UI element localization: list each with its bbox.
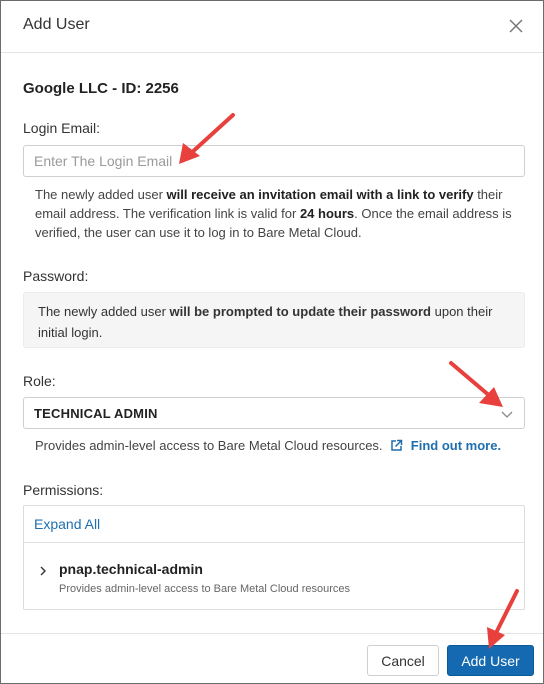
permission-name: pnap.technical-admin bbox=[59, 561, 203, 577]
cancel-button[interactable]: Cancel bbox=[367, 645, 439, 676]
role-help-text: Provides admin-level access to Bare Meta… bbox=[35, 438, 383, 453]
login-email-label: Login Email: bbox=[23, 120, 101, 136]
password-label: Password: bbox=[23, 268, 89, 284]
caret-right-icon[interactable] bbox=[38, 565, 48, 577]
dialog-title: Add User bbox=[23, 16, 90, 33]
external-link-icon[interactable] bbox=[390, 439, 403, 452]
role-help: Provides admin-level access to Bare Meta… bbox=[35, 438, 501, 453]
dialog-header: Add User bbox=[1, 1, 543, 53]
role-label: Role: bbox=[23, 373, 56, 389]
permissions-panel: Expand All pnap.technical-admin Provides… bbox=[23, 505, 525, 610]
password-info-box: The newly added user will be prompted to… bbox=[23, 292, 525, 348]
add-user-button[interactable]: Add User bbox=[447, 645, 534, 676]
close-icon[interactable] bbox=[505, 15, 527, 37]
permission-description: Provides admin-level access to Bare Meta… bbox=[59, 583, 351, 595]
login-email-help: The newly added user will receive an inv… bbox=[35, 187, 512, 240]
company-heading: Google LLC - ID: 2256 bbox=[23, 80, 179, 97]
login-email-input[interactable] bbox=[23, 145, 525, 177]
find-out-more-link[interactable]: Find out more. bbox=[411, 438, 501, 453]
permissions-label: Permissions: bbox=[23, 482, 104, 498]
permission-item[interactable]: pnap.technical-admin Provides admin-leve… bbox=[24, 543, 524, 609]
role-selected-value: TECHNICAL ADMIN bbox=[34, 406, 158, 421]
expand-all-link[interactable]: Expand All bbox=[34, 516, 100, 532]
role-select[interactable]: TECHNICAL ADMIN bbox=[23, 397, 525, 429]
chevron-down-icon bbox=[501, 411, 513, 418]
add-user-dialog: Add User Google LLC - ID: 2256 Login Ema… bbox=[0, 0, 544, 684]
